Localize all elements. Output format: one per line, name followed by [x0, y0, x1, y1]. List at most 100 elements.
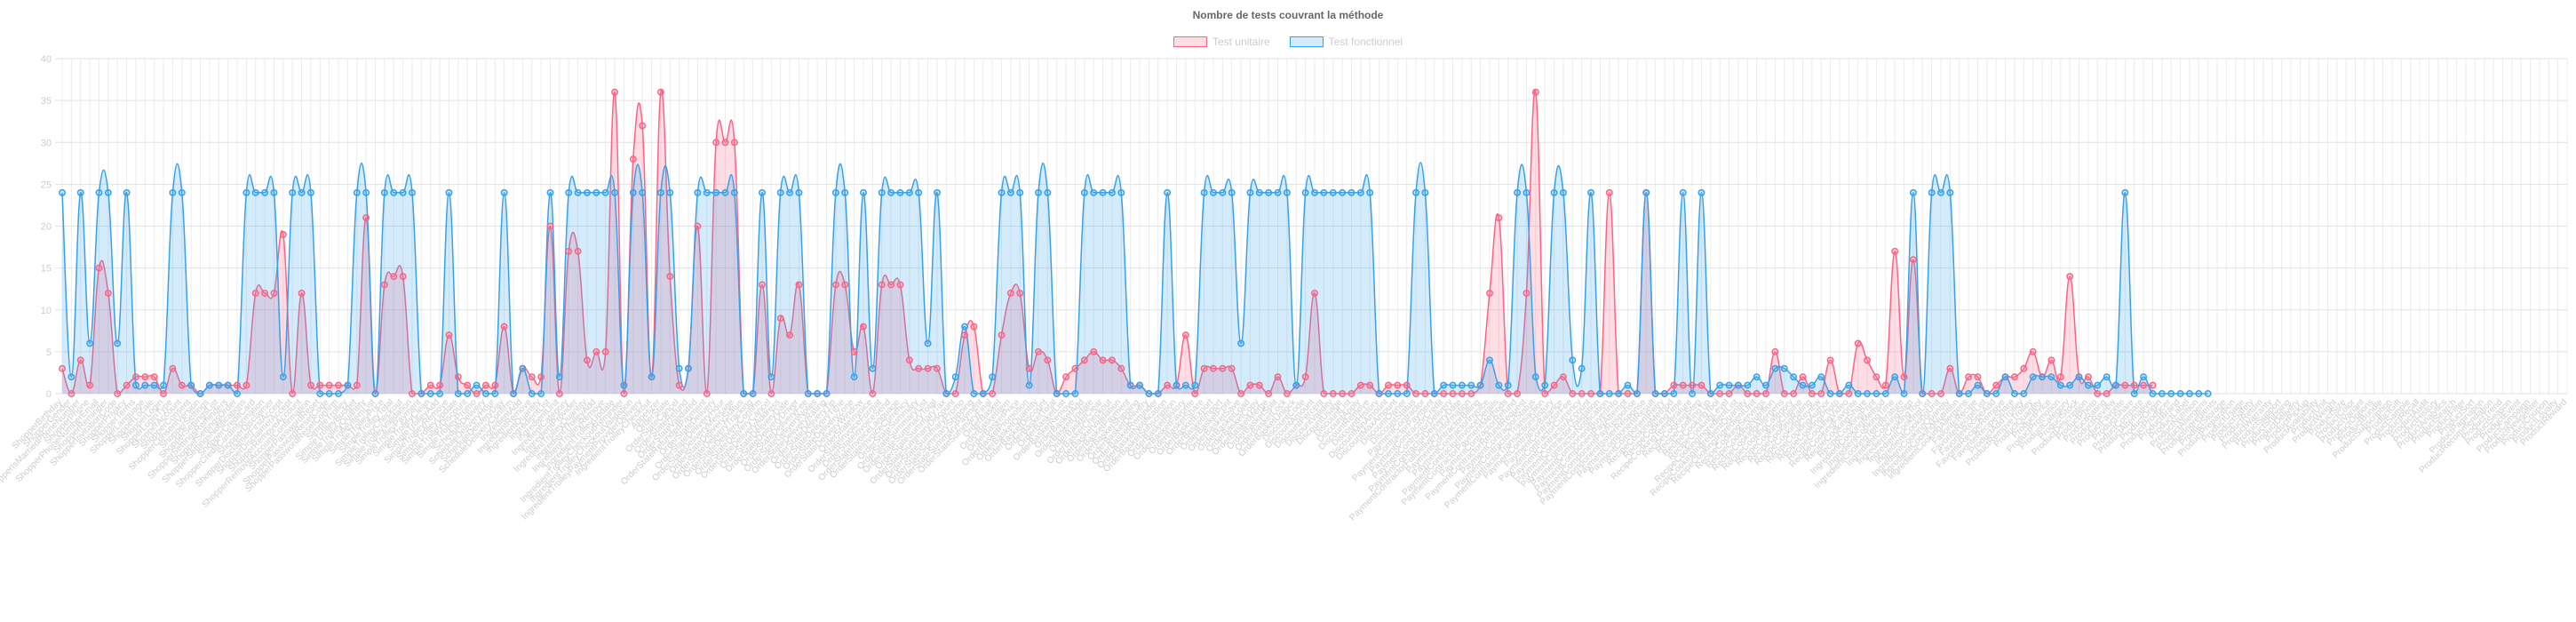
- data-point-functional-tests: [1854, 390, 1862, 397]
- data-point-unit-tests: [1219, 364, 1227, 372]
- data-point-unit-tests: [786, 331, 793, 339]
- data-point-unit-tests: [1486, 289, 1493, 297]
- data-point-functional-tests: [1706, 390, 1714, 397]
- data-point-unit-tests: [758, 281, 766, 289]
- data-point-unit-tests: [1384, 381, 1392, 389]
- y-tick-label: 15: [41, 264, 52, 275]
- data-point-functional-tests: [666, 188, 674, 196]
- data-point-unit-tests: [1605, 188, 1613, 196]
- data-point-unit-tests: [491, 381, 499, 389]
- data-point-functional-tests: [1265, 188, 1273, 196]
- data-point-functional-tests: [454, 390, 462, 397]
- data-point-functional-tests: [510, 390, 517, 397]
- data-point-unit-tests: [629, 156, 637, 163]
- data-point-functional-tests: [1025, 381, 1033, 389]
- data-point-unit-tests: [1394, 381, 1402, 389]
- data-point-functional-tests: [251, 188, 259, 196]
- data-point-unit-tests: [1790, 390, 1798, 397]
- data-point-unit-tests: [1531, 88, 1539, 96]
- data-point-functional-tests: [1329, 188, 1337, 196]
- data-point-unit-tests: [335, 381, 342, 389]
- data-point-functional-tests: [289, 188, 297, 196]
- data-point-functional-tests: [270, 188, 278, 196]
- data-point-functional-tests: [123, 188, 131, 196]
- data-point-unit-tests: [795, 281, 803, 289]
- data-point-functional-tests: [860, 188, 867, 196]
- data-point-functional-tests: [2112, 381, 2119, 389]
- data-point-unit-tests: [1753, 390, 1761, 397]
- data-point-functional-tests: [1173, 381, 1181, 389]
- y-tick-label: 20: [41, 222, 52, 233]
- data-point-functional-tests: [2176, 390, 2184, 397]
- data-point-unit-tests: [1799, 373, 1807, 381]
- data-point-functional-tests: [261, 188, 269, 196]
- data-point-unit-tests: [289, 390, 297, 397]
- data-point-functional-tests: [656, 188, 664, 196]
- data-point-unit-tests: [1762, 390, 1769, 397]
- data-point-functional-tests: [1035, 188, 1042, 196]
- data-point-unit-tests: [1348, 390, 1356, 397]
- data-point-unit-tests: [1080, 356, 1088, 364]
- data-point-unit-tests: [860, 323, 867, 331]
- data-point-functional-tests: [1753, 373, 1761, 381]
- data-point-functional-tests: [1615, 390, 1623, 397]
- data-point-unit-tests: [620, 390, 628, 397]
- data-point-functional-tests: [601, 188, 609, 196]
- data-point-functional-tests: [2130, 390, 2138, 397]
- data-point-unit-tests: [1421, 390, 1429, 397]
- data-point-functional-tests: [767, 373, 775, 381]
- data-point-functional-tests: [1762, 381, 1769, 389]
- data-point-functional-tests: [933, 188, 941, 196]
- data-point-functional-tests: [1550, 188, 1558, 196]
- data-point-unit-tests: [656, 88, 664, 96]
- data-point-functional-tests: [951, 373, 959, 381]
- data-point-functional-tests: [1569, 356, 1577, 364]
- data-point-unit-tests: [1035, 347, 1042, 355]
- data-point-functional-tests: [1744, 381, 1752, 389]
- data-point-functional-tests: [1771, 364, 1779, 372]
- data-point-functional-tests: [795, 188, 803, 196]
- data-point-functional-tests: [2121, 188, 2129, 196]
- data-point-functional-tests: [1679, 188, 1687, 196]
- data-point-unit-tests: [95, 264, 103, 272]
- data-point-functional-tests: [242, 188, 250, 196]
- data-point-functional-tests: [998, 188, 1006, 196]
- data-point-unit-tests: [500, 323, 508, 331]
- data-point-functional-tests: [1900, 390, 1908, 397]
- data-point-functional-tests: [841, 188, 849, 196]
- data-point-functional-tests: [150, 381, 158, 389]
- data-point-unit-tests: [114, 390, 122, 397]
- data-point-unit-tests: [601, 347, 609, 355]
- data-point-unit-tests: [2020, 364, 2028, 372]
- data-point-unit-tests: [1090, 347, 1098, 355]
- data-point-functional-tests: [823, 390, 831, 397]
- data-point-unit-tests: [1366, 381, 1374, 389]
- data-point-unit-tests: [2029, 347, 2037, 355]
- data-point-functional-tests: [1946, 188, 1954, 196]
- data-point-functional-tests: [2029, 373, 2037, 381]
- data-point-unit-tests: [160, 390, 167, 397]
- data-point-unit-tests: [76, 356, 84, 364]
- data-point-unit-tests: [445, 331, 453, 339]
- data-point-functional-tests: [749, 390, 757, 397]
- data-point-unit-tests: [831, 281, 839, 289]
- data-point-unit-tests: [1578, 390, 1586, 397]
- data-point-unit-tests: [362, 214, 370, 222]
- data-point-unit-tests: [730, 139, 738, 147]
- data-point-functional-tests: [464, 390, 472, 397]
- data-point-unit-tests: [325, 381, 333, 389]
- data-point-functional-tests: [1108, 188, 1116, 196]
- data-point-functional-tests: [1587, 188, 1594, 196]
- data-point-functional-tests: [2010, 390, 2018, 397]
- data-point-unit-tests: [565, 247, 573, 255]
- data-point-functional-tests: [316, 390, 324, 397]
- data-point-functional-tests: [86, 339, 94, 347]
- data-point-functional-tests: [1716, 381, 1724, 389]
- data-point-functional-tests: [1514, 188, 1522, 196]
- data-point-unit-tests: [1523, 289, 1530, 297]
- data-point-functional-tests: [850, 373, 858, 381]
- data-point-unit-tests: [2066, 273, 2074, 280]
- data-point-functional-tests: [537, 390, 545, 397]
- data-point-unit-tests: [1210, 364, 1217, 372]
- data-point-unit-tests: [2149, 381, 2157, 389]
